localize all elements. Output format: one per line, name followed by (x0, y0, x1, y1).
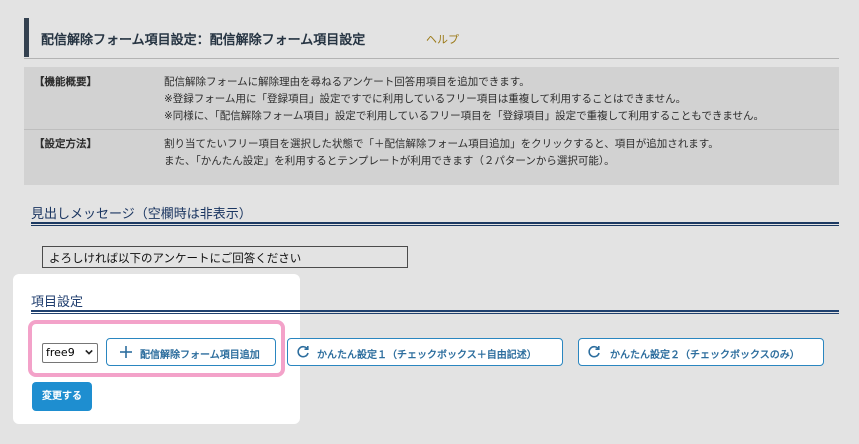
page: 配信解除フォーム項目設定：配信解除フォーム項目設定 ヘルプ 【機能概要】 配信解… (0, 0, 859, 444)
refresh-icon (588, 345, 600, 358)
refresh-icon (297, 345, 309, 358)
add-item-button[interactable]: 配信解除フォーム項目追加 (106, 338, 276, 366)
easy-setting-2-button[interactable]: かんたん設定２（チェックボックスのみ） (578, 338, 824, 366)
submit-change-button[interactable]: 変更する (32, 382, 92, 411)
free-item-select[interactable]: free9 (42, 343, 98, 363)
easy-setting-1-button[interactable]: かんたん設定１（チェックボックス＋自由記述） (287, 338, 563, 366)
free-item-select-value: free9 (46, 346, 75, 359)
plus-icon (120, 346, 132, 358)
easy-setting-1-label: かんたん設定１（チェックボックス＋自由記述） (317, 350, 537, 361)
easy-setting-2-label: かんたん設定２（チェックボックスのみ） (610, 350, 800, 361)
item-settings-underline (31, 310, 839, 314)
add-item-label: 配信解除フォーム項目追加 (140, 350, 260, 361)
item-settings-title: 項目設定 (31, 295, 84, 310)
chevron-down-icon (85, 349, 93, 355)
